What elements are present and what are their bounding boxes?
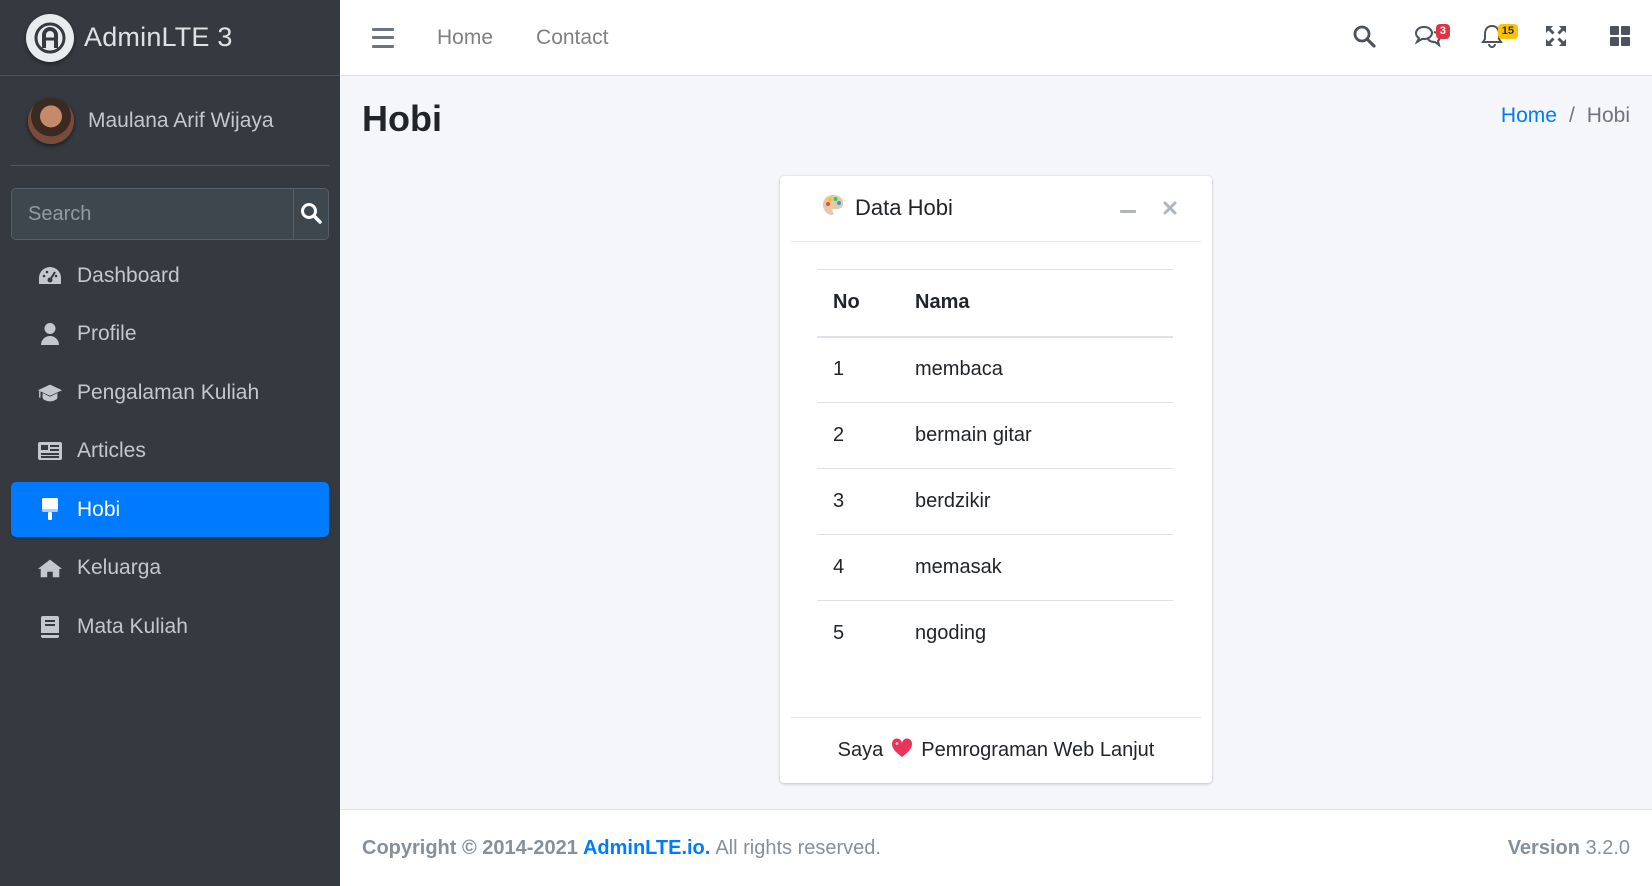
expand-arrows-icon [1545, 25, 1567, 52]
breadcrumb-separator: / [1568, 104, 1575, 127]
breadcrumb: Home / Hobi [1501, 104, 1630, 128]
navbar-search-button[interactable] [1332, 0, 1396, 76]
adminlte-logo-icon [26, 13, 74, 62]
brand-text: AdminLTE 3 [84, 22, 233, 52]
collapse-card-button[interactable] [1107, 196, 1149, 224]
notifications-button[interactable]: 15 [1460, 0, 1524, 76]
rights-text: All rights reserved. [715, 836, 881, 859]
version-info: Version 3.2.0 [1508, 837, 1630, 860]
page-title: Hobi [362, 98, 442, 139]
column-header-nama: Nama [915, 269, 1173, 338]
card-title: Data Hobi [821, 193, 953, 223]
main-sidebar: AdminLTE 3 Maulana Arif Wijaya Dashboard… [0, 0, 340, 886]
search-icon [300, 202, 322, 227]
table-row: 4 memasak [817, 534, 1173, 601]
breadcrumb-home-link[interactable]: Home [1501, 104, 1557, 128]
messages-button[interactable]: 3 [1396, 0, 1460, 76]
version-number: 3.2.0 [1585, 836, 1630, 859]
sidebar-search-button[interactable] [293, 189, 328, 239]
card-footer: Saya Pemrograman Web Lanjut [791, 717, 1201, 783]
cell-no: 1 [817, 336, 915, 403]
home-icon [37, 555, 63, 581]
breadcrumb-current: Hobi [1586, 104, 1630, 127]
sidebar-item-label: Keluarga [77, 556, 162, 580]
brand-link[interactable]: AdminLTE 3 [0, 0, 340, 76]
user-panel[interactable]: Maulana Arif Wijaya [11, 76, 329, 166]
table-row: 1 membaca [817, 336, 1173, 403]
remove-card-button[interactable] [1149, 196, 1191, 224]
adminlte-link[interactable]: AdminLTE.io. [583, 837, 710, 860]
content-wrapper: Hobi Home / Hobi Data Hobi No Nama 1 mem… [340, 76, 1652, 809]
user-icon [37, 321, 63, 347]
copyright-text: Copyright © 2014-2021 [362, 836, 578, 859]
hobi-card: Data Hobi No Nama 1 membaca 2 bermain gi… [780, 176, 1212, 783]
sidebar-item-keluarga[interactable]: Keluarga [11, 541, 329, 596]
newspaper-icon [37, 438, 63, 464]
cell-no: 2 [817, 402, 915, 469]
sidebar-item-label: Dashboard [77, 263, 180, 287]
sidebar-item-articles[interactable]: Articles [11, 424, 329, 479]
sidebar-item-profile[interactable]: Profile [11, 307, 329, 362]
hobi-table: No Nama 1 membaca 2 bermain gitar 3 berd… [817, 269, 1173, 667]
version-label: Version [1507, 836, 1580, 859]
sidebar-item-label: Profile [77, 322, 137, 346]
hamburger-menu-icon[interactable] [372, 27, 394, 48]
table-row: 5 ngoding [817, 601, 1173, 667]
sidebar-item-label: Pengalaman Kuliah [77, 380, 260, 404]
cell-no: 3 [817, 468, 915, 535]
card-footer-text-before: Saya [837, 739, 884, 761]
search-icon [1352, 24, 1376, 53]
cell-nama: ngoding [915, 622, 987, 645]
graduation-cap-icon [37, 380, 63, 406]
sidebar-nav: Dashboard Profile Pengalaman Kuliah Arti… [11, 248, 329, 655]
palette-icon [821, 193, 845, 223]
user-name[interactable]: Maulana Arif Wijaya [88, 109, 274, 133]
cell-nama: memasak [915, 534, 1173, 601]
table-row: 3 berdzikir [817, 468, 1173, 535]
column-header-no: No [817, 269, 915, 338]
minus-icon [1120, 201, 1136, 219]
table-row: 2 bermain gitar [817, 402, 1173, 469]
card-header: Data Hobi [791, 176, 1201, 242]
table-header-row: No Nama [817, 269, 1173, 338]
nav-link-contact[interactable]: Contact [536, 26, 608, 50]
cell-nama: membaca [915, 336, 1173, 403]
card-footer-text-after: Pemrograman Web Lanjut [921, 739, 1155, 761]
sidebar-item-hobi[interactable]: Hobi [11, 482, 329, 538]
control-sidebar-button[interactable] [1588, 0, 1652, 76]
th-large-icon [1609, 25, 1631, 52]
sidebar-item-label: Mata Kuliah [77, 615, 188, 639]
sidebar-item-dashboard[interactable]: Dashboard [11, 248, 329, 303]
book-icon [37, 614, 63, 640]
notifications-badge: 15 [1497, 24, 1518, 39]
avatar [28, 97, 74, 144]
cell-nama: bermain gitar [915, 402, 1173, 469]
sidebar-item-label: Hobi [77, 497, 121, 521]
sidebar-search-input[interactable] [12, 189, 293, 239]
paint-brush-icon [37, 497, 63, 523]
nav-link-home[interactable]: Home [437, 26, 493, 50]
card-title-text: Data Hobi [855, 195, 953, 220]
card-tools [1107, 196, 1191, 224]
cell-no: 4 [817, 534, 915, 601]
tachometer-icon [37, 263, 63, 289]
sidebar-item-mata-kuliah[interactable]: Mata Kuliah [11, 600, 329, 655]
main-footer: Copyright © 2014-2021 AdminLTE.io. All r… [340, 809, 1652, 886]
close-icon [1163, 201, 1177, 220]
messages-badge: 3 [1435, 24, 1450, 39]
sidebar-item-label: Articles [77, 439, 146, 463]
sidebar-item-pengalaman-kuliah[interactable]: Pengalaman Kuliah [11, 365, 329, 420]
cell-nama: berdzikir [915, 468, 1173, 535]
navbar-right: 3 15 [1332, 0, 1652, 76]
top-navbar: Home Contact 3 15 [340, 0, 1652, 76]
fullscreen-button[interactable] [1524, 0, 1588, 76]
heart-icon [891, 737, 913, 764]
sidebar-search [11, 188, 329, 240]
cell-no: 5 [833, 622, 845, 645]
